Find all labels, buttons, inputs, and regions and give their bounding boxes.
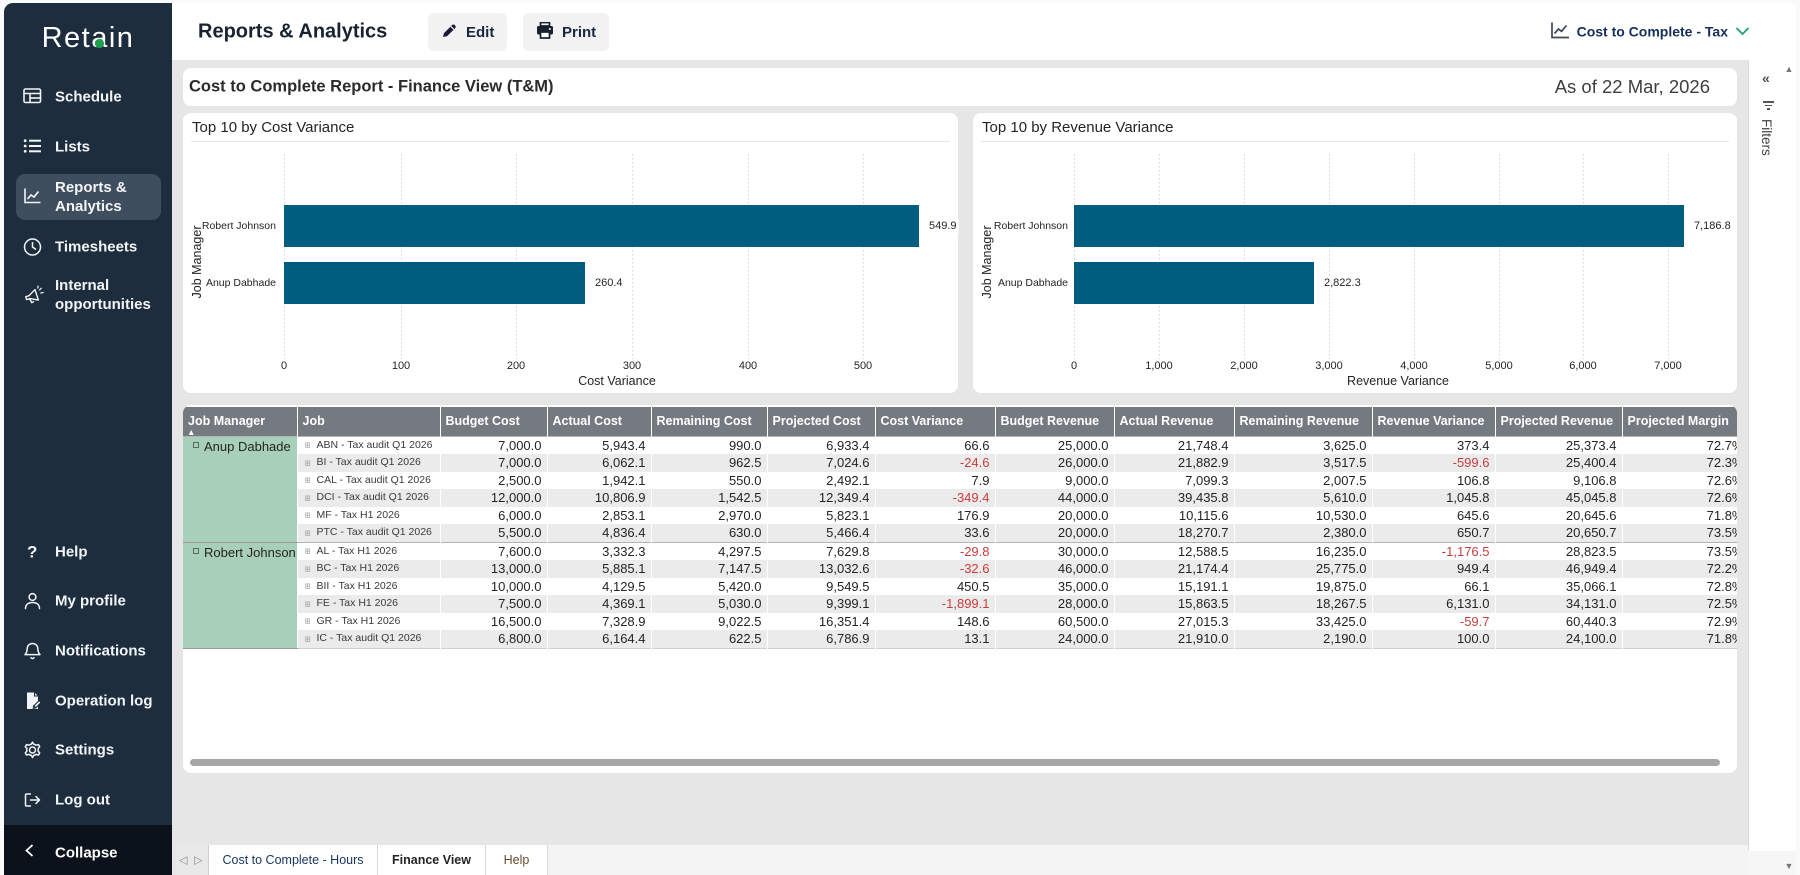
svg-text:?: ?: [27, 543, 37, 562]
